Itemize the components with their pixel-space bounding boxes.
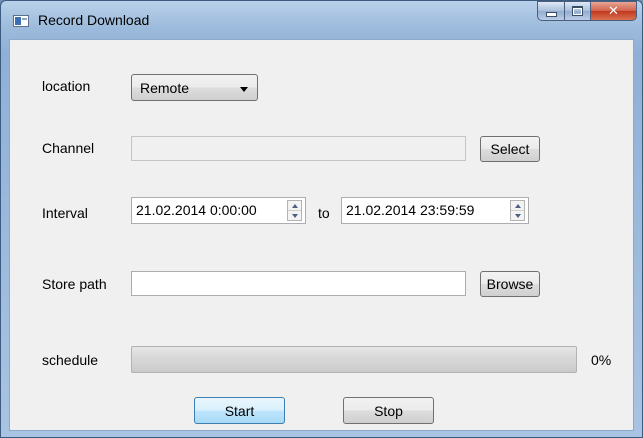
- start-button[interactable]: Start: [194, 397, 285, 424]
- maximize-icon: [572, 6, 583, 16]
- window-title: Record Download: [38, 12, 150, 28]
- maximize-button[interactable]: [565, 1, 591, 21]
- interval-label: Interval: [42, 205, 88, 221]
- browse-button[interactable]: Browse: [480, 271, 540, 297]
- channel-field[interactable]: [131, 136, 466, 161]
- close-icon: ✕: [608, 3, 619, 19]
- progress-percent-text: 0%: [591, 352, 612, 368]
- spin-up-icon[interactable]: [511, 201, 524, 211]
- channel-label: Channel: [42, 140, 95, 156]
- store-path-label: Store path: [42, 276, 107, 292]
- spin-down-icon[interactable]: [511, 211, 524, 220]
- spin-down-icon[interactable]: [288, 211, 301, 220]
- interval-to-field[interactable]: 21.02.2014 23:59:59: [341, 197, 529, 224]
- chevron-down-icon: [240, 87, 248, 92]
- spin-up-icon[interactable]: [288, 201, 301, 211]
- store-path-field[interactable]: [131, 271, 466, 296]
- interval-to-spinner[interactable]: [510, 200, 525, 221]
- caption-buttons: ✕: [537, 1, 637, 27]
- close-button[interactable]: ✕: [591, 1, 637, 21]
- minimize-icon: [545, 12, 557, 17]
- select-channel-button[interactable]: Select: [480, 136, 540, 162]
- location-combo[interactable]: Remote: [131, 74, 258, 101]
- schedule-label: schedule: [42, 352, 99, 368]
- stop-button[interactable]: Stop: [343, 397, 434, 424]
- title-bar[interactable]: Record Download ✕: [1, 1, 642, 39]
- dialog-client-area: location Remote Channel Select Interval …: [9, 39, 634, 431]
- interval-from-field[interactable]: 21.02.2014 0:00:00: [131, 197, 306, 224]
- record-download-window: Record Download ✕ location Remote Channe…: [0, 0, 643, 438]
- location-label: location: [42, 78, 91, 94]
- interval-from-spinner[interactable]: [287, 200, 302, 221]
- interval-from-value: 21.02.2014 0:00:00: [136, 202, 257, 218]
- location-selected-value: Remote: [140, 80, 190, 96]
- interval-to-value: 21.02.2014 23:59:59: [346, 202, 475, 218]
- interval-to-label: to: [318, 205, 330, 221]
- schedule-progress-bar: [131, 346, 577, 373]
- app-window-icon[interactable]: [13, 15, 29, 27]
- minimize-button[interactable]: [537, 1, 565, 21]
